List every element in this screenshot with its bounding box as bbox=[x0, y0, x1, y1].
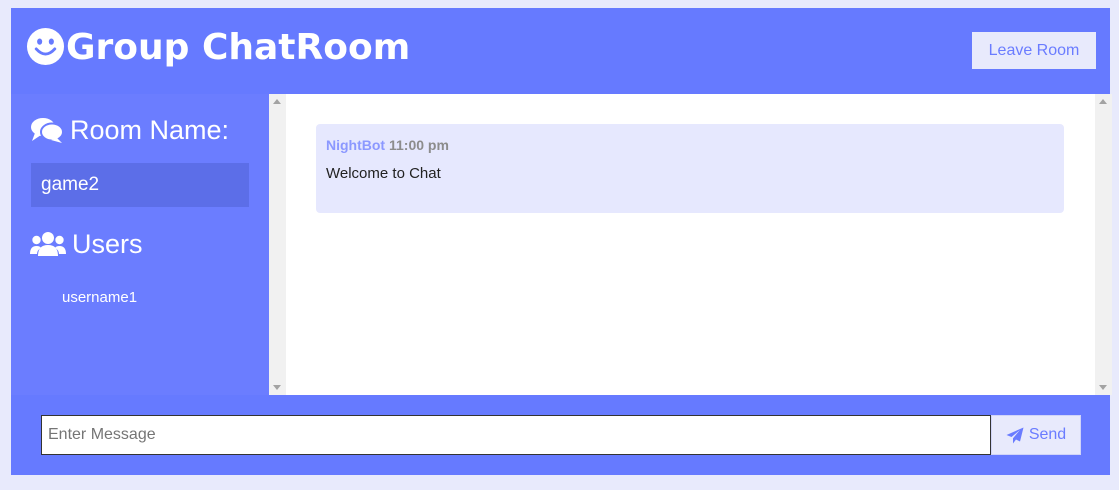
message-meta: NightBot 11:00 pm bbox=[326, 136, 1054, 154]
scroll-up-arrow-icon[interactable] bbox=[273, 99, 281, 104]
message-time: 11:00 pm bbox=[388, 137, 449, 153]
user-list-item: username1 bbox=[62, 289, 138, 306]
room-name-heading-label: Room Name: bbox=[70, 114, 230, 145]
comments-icon bbox=[31, 118, 64, 143]
room-name-heading: Room Name: bbox=[30, 112, 229, 148]
scroll-up-arrow-icon[interactable] bbox=[1099, 99, 1107, 104]
message-input[interactable] bbox=[41, 415, 991, 455]
chat-app: Group ChatRoom Leave Room Room Name: gam… bbox=[11, 8, 1112, 475]
scroll-down-arrow-icon[interactable] bbox=[1099, 385, 1107, 390]
user-list: username1 bbox=[62, 288, 137, 308]
room-name-value: game2 bbox=[31, 163, 249, 207]
send-button-label: Send bbox=[1028, 426, 1067, 443]
smile-icon bbox=[26, 27, 65, 66]
chat-messages: NightBot 11:00 pm Welcome to Chat bbox=[286, 94, 1095, 395]
paper-plane-icon bbox=[1006, 427, 1024, 443]
leave-room-button[interactable]: Leave Room bbox=[972, 32, 1096, 69]
sidebar-scrollbar[interactable] bbox=[269, 94, 286, 395]
page-title: Group ChatRoom bbox=[66, 27, 411, 68]
users-heading: Users bbox=[30, 226, 143, 262]
header: Group ChatRoom Leave Room bbox=[11, 8, 1110, 94]
chat-scrollbar[interactable] bbox=[1095, 94, 1112, 395]
message-text: Welcome to Chat bbox=[326, 165, 441, 182]
send-button[interactable]: Send bbox=[991, 415, 1081, 455]
users-heading-label: Users bbox=[72, 228, 143, 259]
users-icon bbox=[30, 232, 66, 256]
chat-message: NightBot 11:00 pm Welcome to Chat bbox=[316, 124, 1064, 213]
message-author: NightBot bbox=[326, 137, 386, 153]
scroll-down-arrow-icon[interactable] bbox=[273, 385, 281, 390]
message-form: Send bbox=[11, 395, 1110, 475]
sidebar: Room Name: game2 Users username1 bbox=[11, 94, 269, 395]
